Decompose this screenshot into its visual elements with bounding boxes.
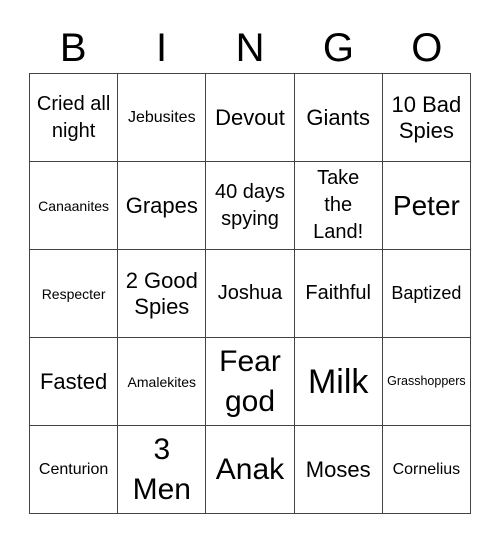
- bingo-cell[interactable]: Devout: [206, 74, 295, 162]
- bingo-cell[interactable]: Milk: [294, 338, 383, 426]
- cell-text: 2 Good Spies: [125, 267, 198, 319]
- cell-text: Fear god: [219, 344, 281, 418]
- bingo-cell[interactable]: Baptized: [382, 250, 471, 338]
- cell-text: Fasted: [39, 368, 108, 394]
- bingo-cell[interactable]: Grasshoppers: [382, 338, 471, 426]
- bingo-cell[interactable]: Amalekites: [118, 338, 207, 426]
- bingo-cell[interactable]: Moses: [294, 426, 383, 514]
- cell-text: Cornelius: [392, 460, 461, 478]
- bingo-cell[interactable]: Canaanites: [30, 162, 119, 250]
- cell-text: Jebusites: [127, 108, 196, 126]
- header-letter-b: B: [59, 26, 87, 70]
- header-letter-o: O: [411, 26, 443, 70]
- cell-text: Giants: [306, 104, 370, 130]
- header-letter-i: I: [156, 26, 168, 70]
- header-letter-n: N: [235, 26, 265, 70]
- cell-text: Moses: [305, 456, 371, 482]
- bingo-cell[interactable]: Jebusites: [118, 74, 207, 162]
- bingo-cell[interactable]: 40 days spying: [206, 162, 295, 250]
- cell-text: Canaanites: [38, 197, 109, 214]
- cell-text: 10 Bad Spies: [391, 91, 462, 143]
- header-letter-g: G: [322, 26, 354, 70]
- cell-text: Baptized: [391, 283, 462, 303]
- bingo-cell[interactable]: Fear god: [206, 338, 295, 426]
- cell-text: Milk: [307, 362, 369, 401]
- bingo-cell[interactable]: 2 Good Spies: [118, 250, 207, 338]
- bingo-cell[interactable]: 3 Men: [118, 426, 207, 514]
- cell-text: Grapes: [125, 192, 198, 218]
- bingo-cell[interactable]: Faithful: [294, 250, 383, 338]
- bingo-cell[interactable]: Giants: [294, 74, 383, 162]
- bingo-grid: Cried all night Jebusites Devout Giants …: [29, 73, 471, 514]
- cell-text: Anak: [215, 452, 285, 486]
- cell-text: Respecter: [41, 285, 106, 302]
- bingo-cell[interactable]: Cornelius: [382, 426, 471, 514]
- cell-text: Faithful: [305, 282, 371, 304]
- cell-text: Peter: [392, 189, 460, 221]
- bingo-header: B I N G O: [29, 24, 471, 72]
- cell-text: Joshua: [217, 282, 283, 304]
- cell-text: Devout: [215, 104, 285, 130]
- bingo-cell[interactable]: Centurion: [30, 426, 119, 514]
- cell-text: Cried all night: [36, 92, 111, 142]
- bingo-cell[interactable]: Cried all night: [30, 74, 119, 162]
- bingo-cell[interactable]: Joshua: [206, 250, 295, 338]
- cell-text: Grasshoppers: [387, 374, 466, 388]
- cell-text: Amalekites: [127, 373, 197, 390]
- cell-text: 3 Men: [132, 432, 191, 506]
- bingo-cell[interactable]: Fasted: [30, 338, 119, 426]
- bingo-cell[interactable]: 10 Bad Spies: [382, 74, 471, 162]
- bingo-cell[interactable]: Anak: [206, 426, 295, 514]
- bingo-cell[interactable]: Grapes: [118, 162, 207, 250]
- bingo-cell[interactable]: Peter: [382, 162, 471, 250]
- cell-text: Take the Land!: [313, 167, 364, 243]
- bingo-cell[interactable]: Respecter: [30, 250, 119, 338]
- bingo-cell[interactable]: Take the Land!: [294, 162, 383, 250]
- cell-text: Centurion: [38, 460, 109, 478]
- cell-text: 40 days spying: [214, 180, 286, 230]
